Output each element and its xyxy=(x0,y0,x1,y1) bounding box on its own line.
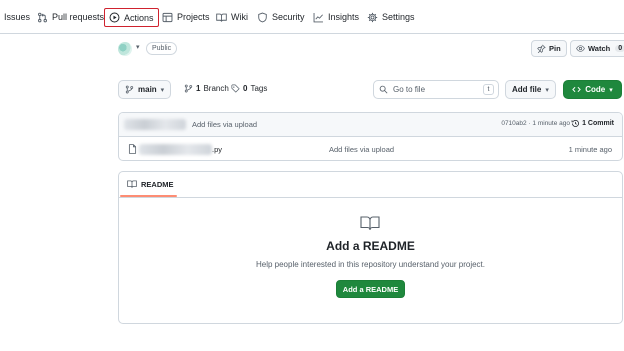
tags-count: 0 xyxy=(243,84,248,93)
nav-tab-insights[interactable]: Insights xyxy=(313,10,359,24)
redacted-author xyxy=(124,119,186,130)
chevron-down-icon: ▾ xyxy=(545,86,549,94)
repo-toolbar: main ▾ 1 Branch 0 Tags Go to file t Add … xyxy=(118,80,624,100)
branch-name: main xyxy=(138,85,157,94)
visibility-badge: Public xyxy=(146,42,178,55)
file-browser: Add files via upload 0710ab2 · 1 minute … xyxy=(118,112,623,161)
graph-icon xyxy=(313,12,324,23)
commits-link[interactable]: 1 Commit xyxy=(571,119,614,128)
branches-link[interactable]: 1 Branch xyxy=(184,84,229,93)
commits-label: 1 Commit xyxy=(582,120,614,127)
readme-empty-title: Add a README xyxy=(326,239,415,253)
go-to-file-placeholder: Go to file xyxy=(393,85,426,94)
git-branch-icon xyxy=(125,85,134,94)
owner-avatar[interactable] xyxy=(118,42,132,56)
chevron-down-icon[interactable]: ▾ xyxy=(136,43,140,51)
readme-divider xyxy=(119,197,622,198)
repo-nav: Issues Pull requests Actions Projects Wi… xyxy=(0,0,624,34)
gear-icon xyxy=(367,12,378,23)
nav-tab-wiki[interactable]: Wiki xyxy=(216,10,248,24)
play-icon xyxy=(109,12,120,23)
branch-selector[interactable]: main ▾ xyxy=(118,80,172,99)
tag-icon xyxy=(231,84,240,93)
latest-commit-meta[interactable]: 0710ab2 · 1 minute ago xyxy=(501,120,570,127)
add-readme-button[interactable]: Add a README xyxy=(336,280,405,298)
git-branch-icon xyxy=(184,84,193,93)
search-icon xyxy=(379,85,388,94)
git-pull-request-icon xyxy=(37,12,48,23)
nav-tab-security[interactable]: Security xyxy=(257,10,305,24)
pin-icon xyxy=(537,44,546,53)
nav-tab-label: Issues xyxy=(4,12,31,22)
table-icon xyxy=(162,12,173,23)
nav-tab-pull-requests[interactable]: Pull requests xyxy=(37,10,104,24)
pin-label: Pin xyxy=(549,44,561,53)
add-file-label: Add file xyxy=(512,85,542,94)
redacted-file-name xyxy=(139,144,212,155)
watch-button[interactable]: Watch 0 xyxy=(570,40,624,57)
tags-link[interactable]: 0 Tags xyxy=(231,84,267,93)
repo-header: ▾ Public Pin Watch 0 xyxy=(118,40,624,60)
code-label: Code xyxy=(585,85,606,94)
book-icon xyxy=(216,12,227,23)
add-file-button[interactable]: Add file ▾ xyxy=(505,80,556,99)
nav-tab-label: Wiki xyxy=(231,12,248,22)
chevron-down-icon: ▾ xyxy=(160,86,165,94)
branches-count: 1 xyxy=(196,84,201,93)
watch-label: Watch xyxy=(588,44,611,53)
code-icon xyxy=(572,85,582,94)
branches-label: Branch xyxy=(203,84,229,93)
latest-commit-row: Add files via upload 0710ab2 · 1 minute … xyxy=(119,113,622,137)
nav-tab-label: Insights xyxy=(328,12,360,22)
nav-tab-label: Projects xyxy=(177,12,210,22)
file-commit-time: 1 minute ago xyxy=(568,145,612,154)
readme-empty-description: Help people interested in this repositor… xyxy=(255,260,486,269)
watch-count: 0 xyxy=(615,45,624,52)
nav-tab-projects[interactable]: Projects xyxy=(162,10,210,24)
code-button[interactable]: Code ▾ xyxy=(563,80,622,99)
history-icon xyxy=(571,119,580,128)
readme-panel: README Add a README Help people interest… xyxy=(118,171,623,324)
go-to-file-input[interactable]: Go to file t xyxy=(373,80,499,99)
nav-tab-issues[interactable]: Issues xyxy=(4,10,30,24)
eye-icon xyxy=(576,44,585,53)
book-icon xyxy=(360,215,380,231)
chevron-down-icon: ▾ xyxy=(609,86,613,94)
file-commit-message[interactable]: Add files via upload xyxy=(329,145,394,154)
nav-tab-label: Settings xyxy=(382,12,415,22)
shield-icon xyxy=(257,12,268,23)
nav-tab-label: Security xyxy=(272,12,305,22)
nav-tab-label: Pull requests xyxy=(52,12,105,22)
latest-commit-message[interactable]: Add files via upload xyxy=(192,120,257,129)
readme-tab-label: README xyxy=(141,179,174,189)
file-icon xyxy=(128,144,137,154)
nav-tab-actions[interactable]: Actions xyxy=(104,8,159,27)
nav-tab-label: Actions xyxy=(124,12,154,23)
tags-label: Tags xyxy=(250,84,268,93)
nav-tab-settings[interactable]: Settings xyxy=(367,10,415,24)
readme-tab[interactable]: README xyxy=(127,179,174,189)
pin-button[interactable]: Pin xyxy=(531,40,567,57)
file-name-suffix[interactable]: .py xyxy=(212,145,222,154)
book-icon xyxy=(127,179,137,189)
file-row[interactable]: .py Add files via upload 1 minute ago xyxy=(119,137,622,160)
keyboard-shortcut-hint: t xyxy=(483,84,494,95)
